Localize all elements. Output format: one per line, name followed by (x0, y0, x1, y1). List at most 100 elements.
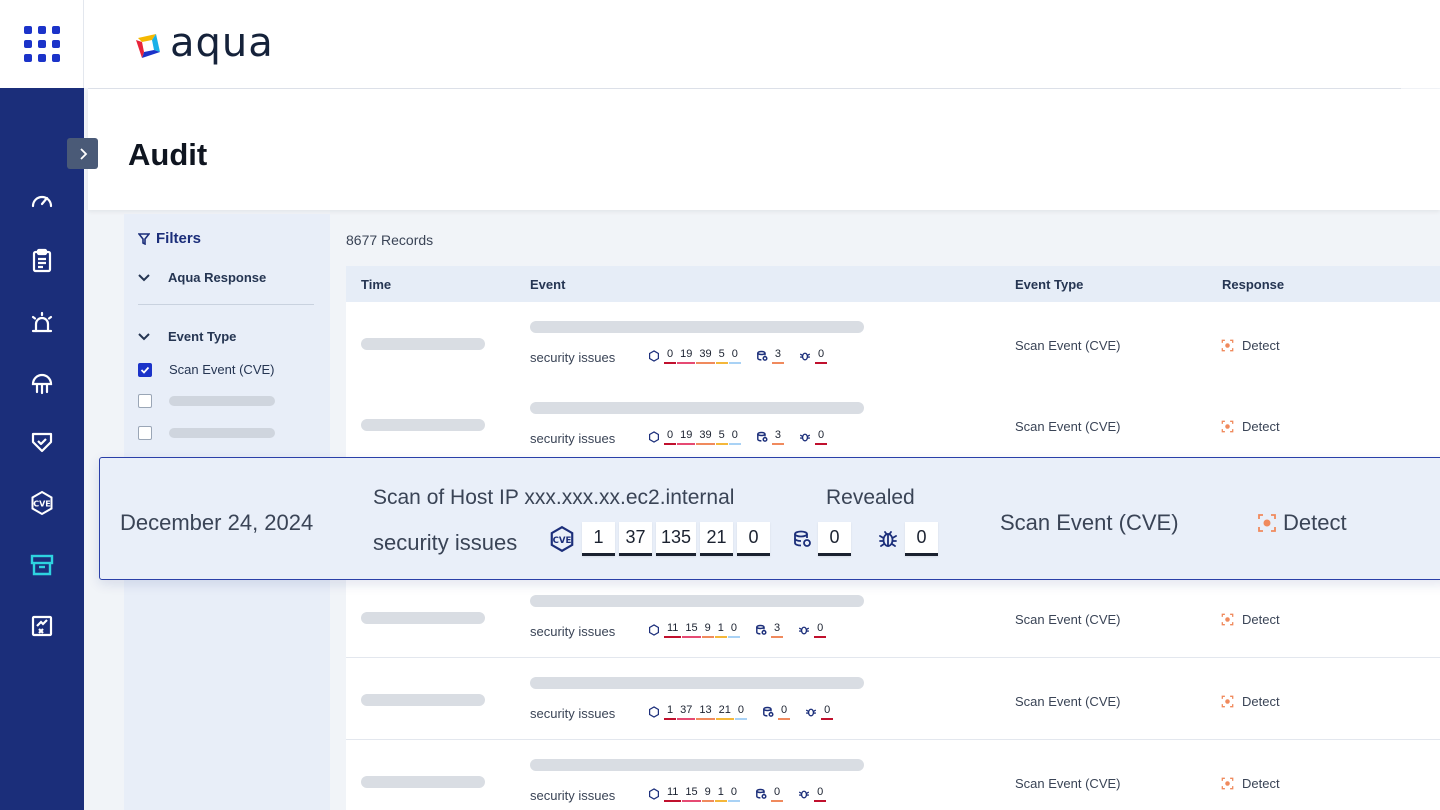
chevron-right-icon (79, 147, 87, 160)
low-count: 21 (715, 703, 734, 720)
revealed-label: Revealed (826, 486, 915, 509)
skeleton-line (361, 612, 485, 624)
checkbox[interactable] (138, 426, 152, 440)
records-count: 8677 Records (346, 232, 434, 248)
severity-counts: 11 15 9 1 0 0 0 (648, 785, 827, 802)
negligible-count: 0 (728, 347, 741, 364)
event-type: Scan Event (CVE) (1015, 776, 1121, 791)
page-title: Audit (128, 137, 208, 172)
app-switcher[interactable] (0, 0, 84, 88)
bug-icon (799, 350, 811, 362)
severity-counts: 11 15 9 1 0 3 0 (648, 621, 827, 638)
report-icon[interactable] (28, 612, 56, 640)
response-detect[interactable]: Detect (1221, 419, 1280, 434)
filters-header[interactable]: Filters (138, 230, 201, 247)
column-header-event-type[interactable]: Event Type (1015, 277, 1083, 292)
audit-icon[interactable] (28, 551, 56, 579)
skeleton-line (361, 338, 485, 350)
jellyfish-icon[interactable] (28, 370, 56, 398)
app-grid-icon[interactable] (23, 26, 60, 62)
filter-group-aqua-response[interactable]: Aqua Response (138, 270, 266, 285)
negligible-count: 0 (734, 703, 747, 720)
table-row[interactable]: security issues 11 15 9 1 0 0 0 Scan Event (CVE)… (346, 740, 1440, 810)
medium-count: 13 (696, 703, 715, 720)
dashboard-icon[interactable] (28, 186, 56, 214)
detect-icon (1221, 420, 1234, 433)
low-count: 5 (715, 428, 728, 445)
response-label: Detect (1242, 694, 1280, 709)
response-label: Detect (1242, 612, 1280, 627)
malware-count: 0 (771, 785, 784, 802)
response-detect[interactable]: Detect (1221, 338, 1280, 353)
high-count: 37 (619, 522, 652, 556)
cve-icon (648, 705, 660, 718)
table-row[interactable]: security issues 0 19 39 5 0 3 0 Scan Event (CVE)… (346, 302, 1440, 384)
bug-icon (798, 624, 810, 636)
negligible-count: 0 (727, 621, 741, 638)
malware-count: 3 (771, 428, 784, 445)
cve-icon (648, 349, 660, 362)
detect-icon (1258, 514, 1276, 532)
cve-icon: CVE (548, 525, 576, 553)
negligible-count: 0 (728, 428, 741, 445)
critical-count: 1 (664, 703, 677, 720)
negligible-count: 0 (737, 522, 771, 556)
medium-count: 9 (701, 621, 714, 638)
critical-count: 11 (664, 785, 682, 802)
title-bar: Audit (88, 89, 1440, 210)
response-label: Detect (1242, 776, 1280, 791)
sidebar: CVE (0, 88, 84, 810)
response-label: Detect (1242, 338, 1280, 353)
bug-icon (877, 528, 899, 550)
response-detect[interactable]: Detect (1221, 776, 1280, 791)
medium-count: 135 (656, 522, 697, 556)
column-header-response[interactable]: Response (1222, 277, 1284, 292)
brand-name: aqua (170, 20, 274, 66)
table-row[interactable]: security issues 11 15 9 1 0 3 0 Scan Event (CVE)… (346, 576, 1440, 658)
event-type: Scan Event (CVE) (1015, 694, 1121, 709)
event-type: Scan Event (CVE) (1000, 510, 1179, 535)
low-count: 21 (700, 522, 734, 556)
chevron-down-icon (138, 332, 150, 340)
filter-option-placeholder[interactable] (138, 394, 275, 408)
table-row[interactable]: security issues 0 19 39 5 0 3 0 Scan Event (CVE)… (346, 383, 1440, 465)
table-header: Time Event Event Type Response (346, 266, 1440, 302)
event-type: Scan Event (CVE) (1015, 338, 1121, 353)
negligible-count: 0 (727, 785, 741, 802)
medium-count: 9 (701, 785, 714, 802)
clipboard-icon[interactable] (28, 247, 56, 275)
high-count: 15 (682, 621, 701, 638)
response-label: Detect (1283, 510, 1347, 535)
cve-icon (648, 430, 660, 443)
filter-group-event-type[interactable]: Event Type (138, 329, 236, 344)
expand-sidebar-button[interactable] (67, 138, 98, 169)
svg-text:CVE: CVE (553, 536, 572, 546)
skeleton-line (361, 694, 485, 706)
skeleton-line (530, 677, 864, 689)
filter-option-placeholder[interactable] (138, 426, 275, 440)
skeleton-line (530, 321, 864, 333)
checkbox[interactable] (138, 394, 152, 408)
event-type: Scan Event (CVE) (1015, 419, 1121, 434)
severity-counts: 0 19 39 5 0 3 0 (648, 347, 828, 364)
aqua-logo[interactable]: aqua (132, 20, 274, 66)
alarm-icon[interactable] (28, 309, 56, 337)
response-detect[interactable]: Detect (1221, 612, 1280, 627)
table-row[interactable]: security issues 1 37 13 21 0 0 0 Scan Event (CVE… (346, 658, 1440, 740)
response-detect[interactable]: Detect (1221, 694, 1280, 709)
filter-icon (138, 232, 150, 245)
column-header-event[interactable]: Event (530, 277, 565, 292)
security-issues-label: security issues (373, 530, 518, 555)
highlighted-audit-row[interactable]: December 24, 2024 Scan of Host IP xxx.xx… (99, 457, 1440, 580)
checkbox-checked[interactable] (138, 362, 152, 377)
detect-icon (1221, 339, 1234, 352)
database-icon (755, 788, 767, 800)
response-detect[interactable]: Detect (1257, 510, 1347, 536)
check-icon (140, 366, 150, 374)
filter-option-scan-event[interactable]: Scan Event (CVE) (138, 362, 275, 377)
security-issues-label: security issues (530, 788, 616, 803)
cve-icon[interactable]: CVE (28, 489, 56, 517)
column-header-time[interactable]: Time (361, 277, 391, 292)
shield-check-icon[interactable] (28, 428, 56, 456)
vulnerability-count: 0 (814, 785, 827, 802)
